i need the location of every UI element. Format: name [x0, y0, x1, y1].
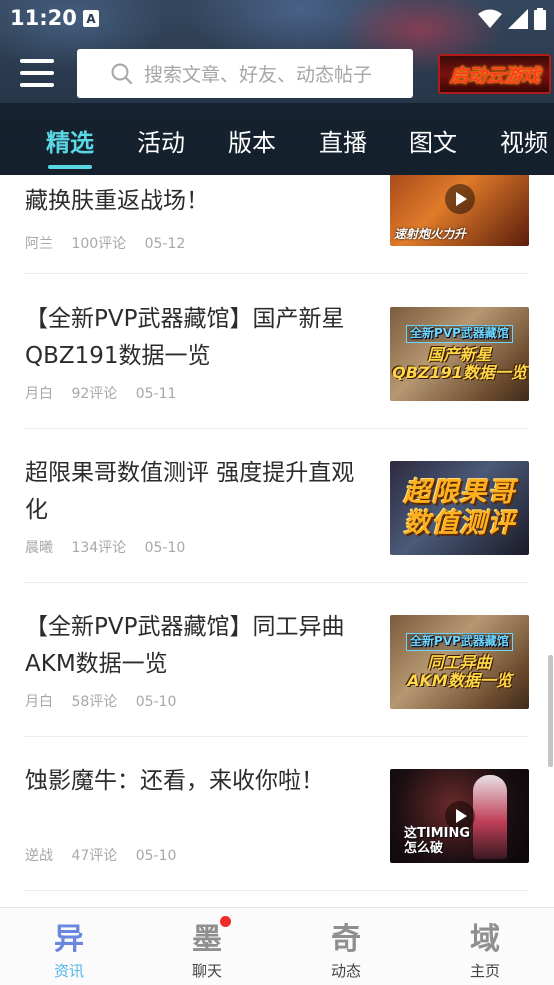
tab-video[interactable]: 视频 — [500, 123, 548, 158]
article-comments: 47评论 — [71, 848, 118, 864]
article-thumbnail: 全新PVP武器藏馆 同工异曲 AKM数据一览 — [390, 615, 529, 709]
tab-events[interactable]: 活动 — [137, 123, 185, 158]
article-date: 05-11 — [135, 386, 177, 402]
tab-featured[interactable]: 精选 — [46, 123, 94, 158]
article-title: 蚀影魔牛：还看，来收你啦！ — [25, 768, 324, 794]
article-date: 05-10 — [135, 694, 177, 710]
nav-chat[interactable]: 墨 聊天 — [138, 908, 276, 985]
article-date: 05-10 — [144, 540, 186, 556]
article-author: 逆战 — [25, 848, 53, 864]
search-input[interactable]: 搜索文章、好友、动态帖子 — [77, 49, 413, 98]
article-comments: 134评论 — [71, 540, 127, 556]
tab-live[interactable]: 直播 — [319, 123, 367, 158]
tab-articles[interactable]: 图文 — [409, 123, 457, 158]
article-thumbnail: 超限果哥 数值测评 — [390, 461, 529, 555]
article-title: 【全新PVP武器藏馆】同工异曲AKM数据一览 — [25, 614, 345, 677]
nav-home[interactable]: 域 主页 — [416, 908, 554, 985]
article-item[interactable]: 蚀影魔牛：还看，来收你啦！ 逆战 47评论 05-10 这TIMING 怎么破 — [25, 737, 529, 891]
article-author: 月白 — [25, 694, 53, 710]
article-item[interactable]: 超限果哥数值测评 强度提升直观化 晨曦 134评论 05-10 超限果哥 数值测… — [25, 429, 529, 583]
character-figure — [473, 775, 507, 859]
article-date: 05-10 — [135, 848, 177, 864]
article-thumbnail: 这TIMING 怎么破 — [390, 769, 529, 863]
status-icons — [478, 8, 546, 30]
thumbnail-caption: 速射炮火力升 — [394, 227, 467, 242]
article-comments: 92评论 — [71, 386, 118, 402]
nav-feed[interactable]: 奇 动态 — [277, 908, 415, 985]
article-meta: 逆战 47评论 05-10 — [25, 845, 190, 865]
scrollbar-thumb[interactable] — [548, 655, 553, 767]
battery-icon — [534, 8, 546, 30]
article-thumbnail: 全新PVP武器藏馆 国产新星 QBZ191数据一览 — [390, 307, 529, 401]
article-author: 晨曦 — [25, 540, 53, 556]
signal-icon — [508, 9, 528, 29]
article-author: 月白 — [25, 386, 53, 402]
play-icon — [444, 184, 475, 214]
feed-icon: 奇 — [331, 922, 361, 957]
tab-active-indicator — [48, 165, 92, 169]
nav-news-label: 资讯 — [53, 962, 84, 980]
article-title: 【全新PVP武器藏馆】国产新星QBZ191数据一览 — [25, 306, 345, 369]
cloud-game-button[interactable]: 启动云游戏 — [438, 54, 551, 94]
tab-version[interactable]: 版本 — [228, 123, 276, 158]
article-author: 阿兰 — [25, 236, 53, 252]
thumbnail-caption: 国产新星 QBZ191数据一览 — [392, 345, 527, 383]
thumbnail-caption: 超限果哥 数值测评 — [403, 476, 516, 539]
search-placeholder: 搜索文章、好友、动态帖子 — [144, 64, 373, 86]
category-tabs: 精选 活动 版本 直播 图文 视频 — [0, 103, 554, 175]
thumbnail-caption: 这TIMING 怎么破 — [404, 825, 471, 857]
article-comments: 58评论 — [71, 694, 118, 710]
article-meta: 月白 92评论 05-11 — [25, 383, 190, 403]
news-icon: 异 — [54, 922, 84, 957]
thumbnail-caption: 同工异曲 AKM数据一览 — [407, 653, 512, 691]
article-comments: 100评论 — [71, 236, 127, 252]
bottom-navigation: 异 资讯 墨 聊天 奇 动态 域 主页 — [0, 907, 554, 985]
status-time: 11:20 — [10, 6, 77, 30]
nav-chat-label: 聊天 — [191, 962, 222, 980]
wifi-icon — [478, 9, 502, 28]
nav-home-label: 主页 — [469, 962, 500, 980]
article-date: 05-12 — [144, 236, 186, 252]
search-icon — [111, 63, 133, 85]
article-meta: 晨曦 134评论 05-10 — [25, 537, 199, 557]
article-item[interactable]: 【全新PVP武器藏馆】国产新星QBZ191数据一览 月白 92评论 05-11 … — [25, 275, 529, 429]
article-title: 藏换肤重返战场！ — [25, 188, 209, 214]
article-title: 超限果哥数值测评 强度提升直观化 — [25, 460, 355, 523]
notification-badge — [220, 916, 231, 927]
article-meta: 月白 58评论 05-10 — [25, 691, 190, 711]
article-item[interactable]: 【全新PVP武器藏馆】同工异曲AKM数据一览 月白 58评论 05-10 全新P… — [25, 583, 529, 737]
home-icon: 域 — [470, 922, 500, 957]
app-header: 11:20 A 搜索文章、好友、动态帖子 启动云游戏 精选 活动 版本 直播 图… — [0, 0, 554, 175]
status-bar: 11:20 A — [0, 0, 554, 38]
nav-news[interactable]: 异 资讯 — [0, 908, 138, 985]
a-icon: A — [83, 10, 99, 27]
thumbnail-caption-top: 全新PVP武器藏馆 — [406, 633, 513, 651]
nav-feed-label: 动态 — [330, 962, 361, 980]
thumbnail-caption-top: 全新PVP武器藏馆 — [406, 325, 513, 343]
article-meta: 阿兰 100评论 05-12 — [25, 233, 199, 253]
hamburger-menu-icon[interactable] — [20, 57, 56, 89]
